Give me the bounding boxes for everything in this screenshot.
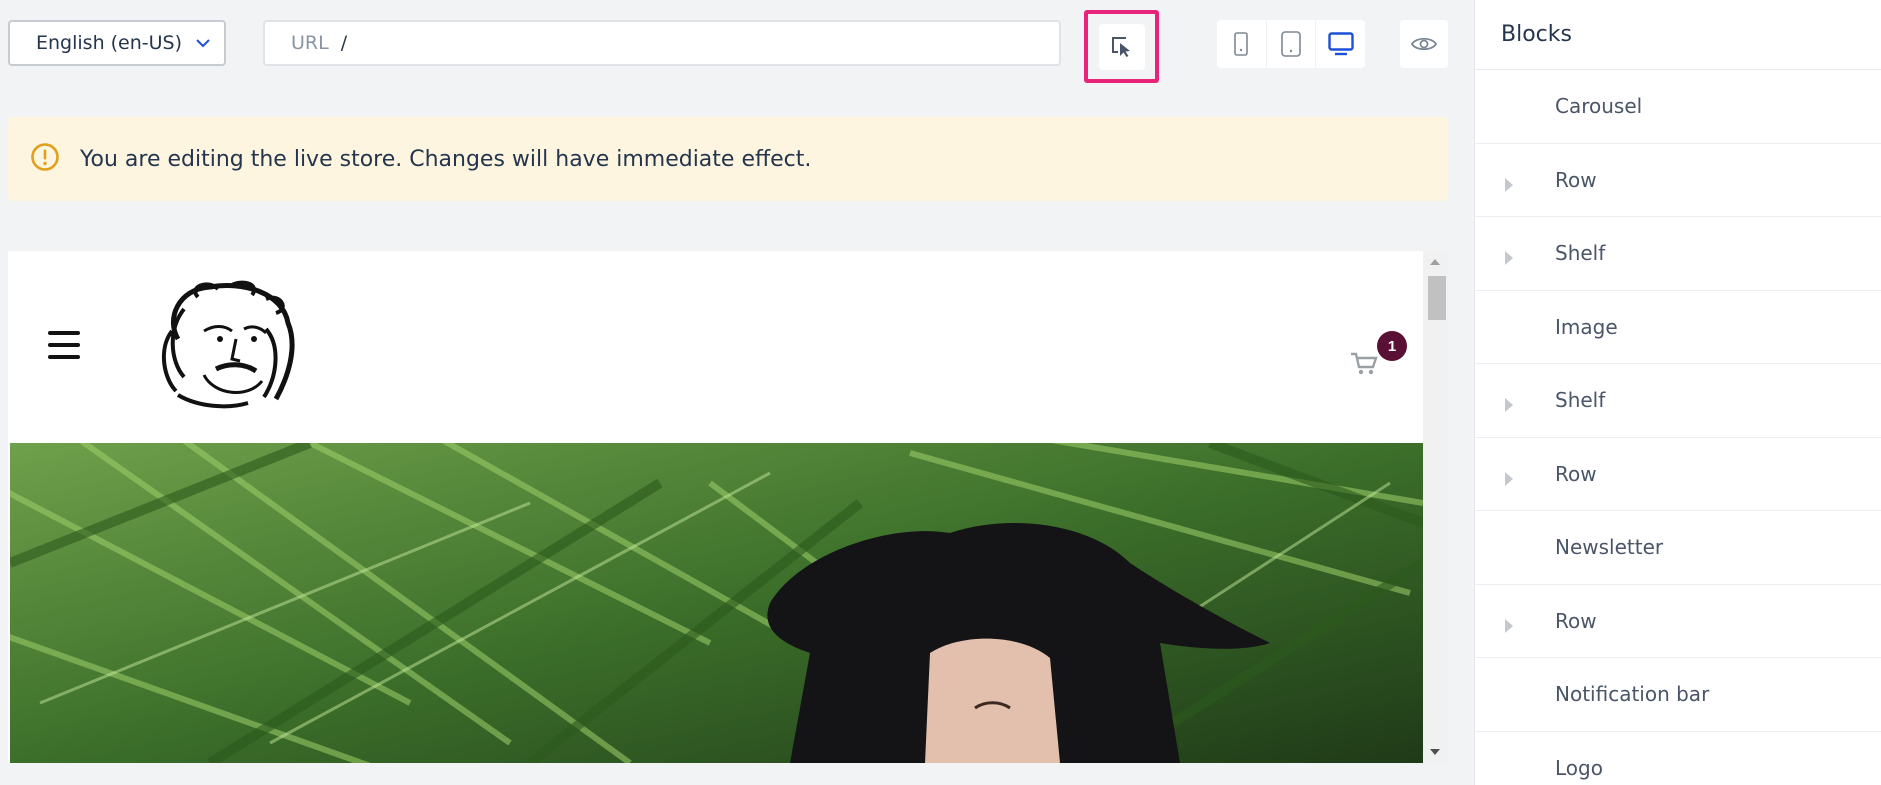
eye-icon — [1411, 37, 1437, 51]
desktop-view-button[interactable] — [1316, 20, 1365, 68]
block-item[interactable]: Row — [1475, 585, 1881, 658]
url-input[interactable]: / — [341, 32, 347, 54]
block-item[interactable]: Row — [1475, 144, 1881, 217]
locale-select[interactable]: English (en-US) — [8, 20, 226, 66]
tablet-view-button[interactable] — [1267, 20, 1317, 68]
block-item[interactable]: Newsletter — [1475, 511, 1881, 585]
menu-icon[interactable] — [48, 331, 80, 359]
cart-icon — [1351, 352, 1378, 375]
scroll-down-icon — [1430, 749, 1440, 755]
mobile-icon — [1234, 32, 1249, 56]
live-store-warning: You are editing the live store. Changes … — [8, 117, 1448, 201]
caret-right-icon[interactable] — [1505, 614, 1513, 638]
scrollbar-thumb[interactable] — [1428, 276, 1446, 320]
desktop-icon — [1327, 32, 1354, 56]
block-item-label: Image — [1555, 314, 1618, 339]
locale-label: English (en-US) — [36, 32, 183, 54]
store-preview: 1 — [8, 251, 1448, 763]
caret-right-icon[interactable] — [1505, 467, 1513, 491]
block-item[interactable]: Shelf — [1475, 364, 1881, 438]
block-item[interactable]: Carousel — [1475, 70, 1881, 144]
block-item-label: Row — [1555, 608, 1597, 633]
block-item-label: Shelf — [1555, 388, 1606, 413]
cart-button[interactable]: 1 — [1350, 331, 1410, 381]
url-field[interactable]: URL / — [263, 20, 1061, 66]
blocks-sidebar: Blocks Carousel Row Shelf Image Shelf Row News… — [1474, 0, 1881, 785]
chevron-down-icon — [196, 38, 210, 48]
cart-count-badge: 1 — [1377, 331, 1407, 361]
scroll-up-icon — [1430, 259, 1440, 265]
block-item[interactable]: Notification bar — [1475, 658, 1881, 732]
select-mode-button[interactable] — [1084, 10, 1159, 83]
caret-right-icon[interactable] — [1505, 393, 1513, 417]
block-item-label: Shelf — [1555, 241, 1606, 266]
block-item[interactable]: Logo — [1475, 732, 1881, 785]
url-label: URL — [291, 32, 329, 54]
cursor-select-icon — [1098, 23, 1145, 70]
blocks-list: Carousel Row Shelf Image Shelf Row Newsletter R… — [1475, 70, 1881, 785]
caret-right-icon[interactable] — [1505, 173, 1513, 197]
block-item[interactable]: Image — [1475, 291, 1881, 364]
tablet-icon — [1281, 31, 1301, 57]
block-item-label: Notification bar — [1555, 682, 1710, 707]
block-item-label: Row — [1555, 167, 1597, 192]
sidebar-title: Blocks — [1475, 0, 1881, 70]
preview-button[interactable] — [1400, 20, 1448, 68]
block-item-label: Carousel — [1555, 94, 1643, 119]
block-item[interactable]: Row — [1475, 438, 1881, 511]
store-logo[interactable] — [148, 279, 308, 411]
preview-scrollbar[interactable] — [1423, 251, 1448, 763]
warning-message: You are editing the live store. Changes … — [80, 146, 812, 172]
block-item[interactable]: Shelf — [1475, 217, 1881, 291]
block-item-label: Newsletter — [1555, 535, 1664, 560]
device-switcher — [1217, 20, 1365, 68]
block-item-label: Logo — [1555, 755, 1603, 780]
alert-circle-icon — [30, 142, 60, 176]
mobile-view-button[interactable] — [1217, 20, 1267, 68]
block-item-label: Row — [1555, 461, 1597, 486]
caret-right-icon[interactable] — [1505, 246, 1513, 270]
hero-image — [10, 443, 1423, 763]
store-header: 1 — [8, 251, 1423, 443]
